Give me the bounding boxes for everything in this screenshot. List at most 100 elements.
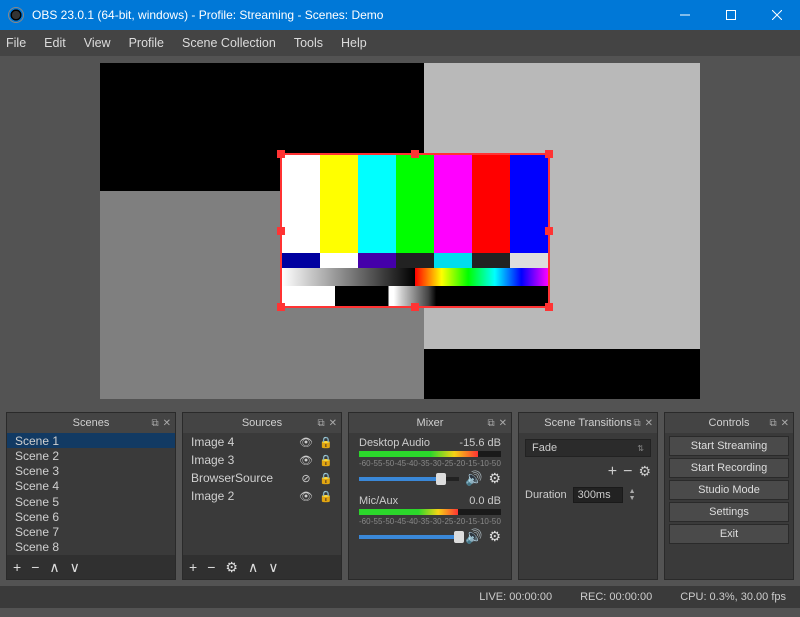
scenes-list[interactable]: Scene 1Scene 2Scene 3Scene 4Scene 5Scene… — [7, 433, 175, 555]
panel-close-icon[interactable]: ✕ — [163, 418, 171, 429]
source-item[interactable]: BrowserSource ⊘ 🔒 — [183, 469, 341, 487]
channel-name: Mic/Aux — [359, 495, 398, 507]
maximize-button[interactable] — [708, 0, 754, 30]
meter-ticks: -60-55-50-45-40-35-30-25-20-15-10-50 — [359, 517, 501, 526]
lock-icon[interactable]: 🔒 — [319, 454, 333, 467]
add-source-button[interactable]: + — [189, 559, 197, 575]
resize-handle[interactable] — [277, 303, 285, 311]
app-icon — [8, 7, 24, 23]
panel-title: Sources — [242, 417, 282, 429]
panel-popout-icon[interactable]: ⧉ — [317, 418, 324, 429]
source-item[interactable]: Image 3 👁 🔒 — [183, 451, 341, 469]
resize-handle[interactable] — [277, 227, 285, 235]
visibility-icon[interactable]: ⊘ — [299, 472, 313, 485]
mixer-channel: Desktop Audio-15.6 dB-60-55-50-45-40-35-… — [349, 433, 511, 491]
mixer-panel: Mixer ⧉✕ Desktop Audio-15.6 dB-60-55-50-… — [348, 412, 512, 580]
panel-popout-icon[interactable]: ⧉ — [487, 418, 494, 429]
exit-button[interactable]: Exit — [669, 524, 789, 544]
panel-popout-icon[interactable]: ⧉ — [633, 418, 640, 429]
scene-item[interactable]: Scene 6 — [7, 509, 175, 524]
transitions-panel: Scene Transitions ⧉ ✕ Fade ⇅ + − ⚙ Durati… — [518, 412, 658, 580]
move-scene-down-button[interactable]: ∨ — [70, 559, 80, 576]
menu-view[interactable]: View — [84, 36, 111, 50]
scene-item[interactable]: Scene 2 — [7, 448, 175, 463]
status-cpu: CPU: 0.3%, 30.00 fps — [680, 591, 786, 603]
channel-settings-icon[interactable]: ⚙ — [488, 528, 501, 545]
preview-canvas[interactable] — [100, 63, 700, 399]
resize-handle[interactable] — [545, 303, 553, 311]
channel-settings-icon[interactable]: ⚙ — [488, 470, 501, 487]
add-transition-button[interactable]: + — [608, 463, 617, 481]
menu-file[interactable]: File — [6, 36, 26, 50]
scene-item[interactable]: Scene 4 — [7, 479, 175, 494]
resize-handle[interactable] — [545, 150, 553, 158]
selected-source[interactable] — [280, 153, 550, 308]
mute-icon[interactable]: 🔊 — [465, 528, 482, 545]
scene-item[interactable]: Scene 1 — [7, 433, 175, 448]
duration-input[interactable] — [573, 487, 623, 503]
source-item[interactable]: Image 4 👁 🔒 — [183, 433, 341, 451]
visibility-icon[interactable]: 👁 — [299, 490, 313, 503]
volume-slider[interactable] — [359, 477, 459, 481]
menu-profile[interactable]: Profile — [129, 36, 164, 50]
resize-handle[interactable] — [277, 150, 285, 158]
close-button[interactable] — [754, 0, 800, 30]
studio-mode-button[interactable]: Studio Mode — [669, 480, 789, 500]
panel-title: Scenes — [73, 417, 110, 429]
source-label: Image 3 — [191, 453, 293, 467]
remove-scene-button[interactable]: − — [31, 559, 39, 575]
visibility-icon[interactable]: 👁 — [299, 436, 313, 449]
scene-item[interactable]: Scene 7 — [7, 525, 175, 540]
transition-properties-button[interactable]: ⚙ — [638, 463, 651, 481]
start-streaming-button[interactable]: Start Streaming — [669, 436, 789, 456]
panel-close-icon[interactable]: ✕ — [329, 418, 337, 429]
source-label: Image 4 — [191, 435, 293, 449]
source-properties-button[interactable]: ⚙ — [225, 559, 238, 576]
visibility-icon[interactable]: 👁 — [299, 454, 313, 467]
start-recording-button[interactable]: Start Recording — [669, 458, 789, 478]
resize-handle[interactable] — [411, 303, 419, 311]
scenes-panel-header: Scenes ⧉ ✕ — [7, 413, 175, 433]
remove-source-button[interactable]: − — [207, 559, 215, 575]
transitions-body: Fade ⇅ + − ⚙ Duration ▲▼ — [519, 433, 657, 509]
preview-area[interactable] — [0, 56, 800, 406]
scene-item[interactable]: Scene 5 — [7, 494, 175, 509]
remove-transition-button[interactable]: − — [623, 463, 632, 481]
duration-spinner[interactable]: ▲▼ — [629, 488, 636, 502]
settings-button[interactable]: Settings — [669, 502, 789, 522]
source-item[interactable]: Image 2 👁 🔒 — [183, 487, 341, 505]
move-source-down-button[interactable]: ∨ — [268, 559, 278, 576]
panel-title: Scene Transitions — [544, 417, 631, 429]
menu-help[interactable]: Help — [341, 36, 367, 50]
dropdown-icon: ⇅ — [637, 444, 644, 453]
source-label: BrowserSource — [191, 471, 293, 485]
mute-icon[interactable]: 🔊 — [465, 470, 482, 487]
menu-tools[interactable]: Tools — [294, 36, 323, 50]
scene-item[interactable]: Scene 8 — [7, 540, 175, 555]
lock-icon[interactable]: 🔒 — [319, 436, 333, 449]
transition-select[interactable]: Fade ⇅ — [525, 439, 651, 457]
add-scene-button[interactable]: + — [13, 559, 21, 575]
source-label: Image 2 — [191, 489, 293, 503]
lock-icon[interactable]: 🔒 — [319, 472, 333, 485]
panel-close-icon[interactable]: ✕ — [645, 418, 653, 429]
menubar: File Edit View Profile Scene Collection … — [0, 30, 800, 56]
panel-popout-icon[interactable]: ⧉ — [769, 418, 776, 429]
docks: Scenes ⧉✕ Scene 1Scene 2Scene 3Scene 4Sc… — [0, 406, 800, 586]
sources-tools: + − ⚙ ∧ ∨ — [183, 555, 341, 579]
volume-slider[interactable] — [359, 535, 459, 539]
menu-edit[interactable]: Edit — [44, 36, 66, 50]
move-scene-up-button[interactable]: ∧ — [49, 559, 59, 576]
move-source-up-button[interactable]: ∧ — [248, 559, 258, 576]
panel-close-icon[interactable]: ✕ — [499, 418, 507, 429]
resize-handle[interactable] — [411, 150, 419, 158]
sources-list[interactable]: Image 4👁🔒Image 3👁🔒BrowserSource⊘🔒Image 2… — [183, 433, 341, 555]
channel-level: -15.6 dB — [459, 437, 501, 449]
scene-item[interactable]: Scene 3 — [7, 464, 175, 479]
lock-icon[interactable]: 🔒 — [319, 490, 333, 503]
resize-handle[interactable] — [545, 227, 553, 235]
panel-popout-icon[interactable]: ⧉ — [151, 418, 158, 429]
panel-close-icon[interactable]: ✕ — [781, 418, 789, 429]
menu-scene-collection[interactable]: Scene Collection — [182, 36, 276, 50]
minimize-button[interactable] — [662, 0, 708, 30]
